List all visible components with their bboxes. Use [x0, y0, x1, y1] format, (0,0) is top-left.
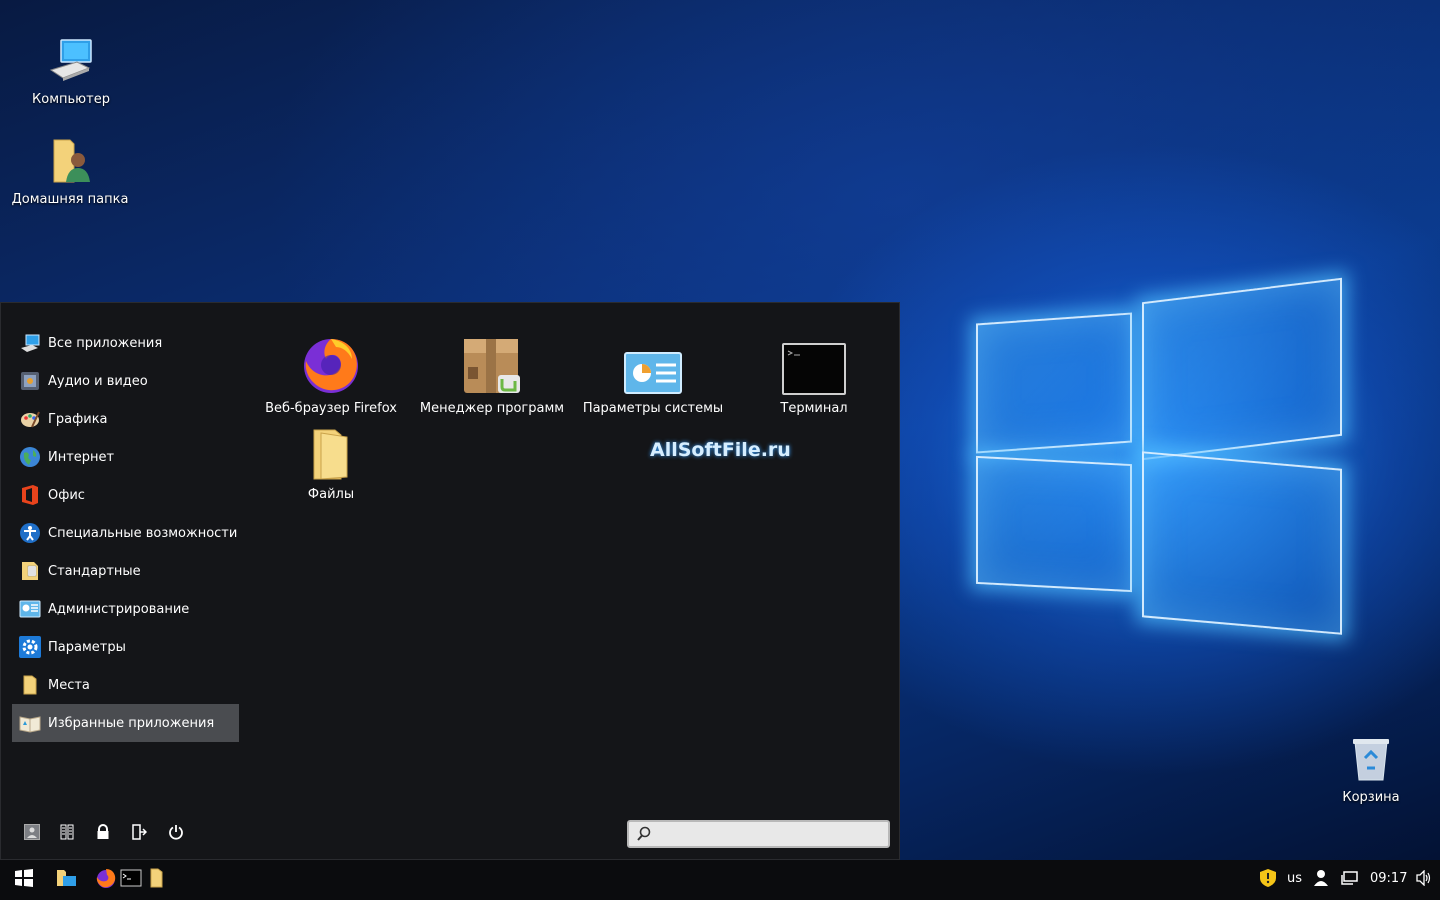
volume-indicator[interactable] — [1415, 868, 1433, 892]
terminal-icon — [734, 331, 894, 395]
category-label: Специальные возможности — [48, 525, 238, 541]
category-multimedia[interactable]: Аудио и видео — [12, 362, 239, 400]
desktop-icon-label: Домашняя папка — [11, 192, 129, 207]
category-label: Офис — [48, 487, 85, 503]
category-label: Параметры — [48, 639, 126, 655]
software-manager-icon — [412, 331, 572, 395]
network-indicator[interactable] — [1339, 868, 1361, 892]
update-shield-icon — [1259, 868, 1277, 892]
power-button[interactable] — [165, 823, 187, 845]
file-manager-icon — [55, 868, 77, 892]
app-terminal[interactable]: Терминал — [734, 331, 894, 416]
user-indicator[interactable] — [1311, 868, 1331, 892]
home-folder-icon — [48, 138, 92, 188]
keyboard-layout-indicator[interactable]: us — [1287, 871, 1302, 886]
files-folder-icon — [251, 423, 411, 481]
clock[interactable]: 09:17 — [1370, 871, 1407, 886]
category-label: Администрирование — [48, 601, 190, 617]
app-label: Файлы — [307, 487, 355, 502]
folder-icon — [150, 868, 164, 892]
session-button[interactable] — [56, 823, 78, 845]
category-label: Аудио и видео — [48, 373, 148, 389]
office-icon — [19, 484, 41, 506]
settings-gear-icon — [19, 636, 41, 658]
category-office[interactable]: Офис — [12, 476, 239, 514]
category-administration[interactable]: Администрирование — [12, 590, 239, 628]
wallpaper-logo-pane — [1142, 277, 1342, 461]
session-icon — [59, 824, 75, 844]
start-button[interactable] — [13, 868, 35, 892]
search-icon — [636, 826, 652, 846]
desktop-icon-computer[interactable]: Компьютер — [11, 38, 131, 107]
wallpaper-logo-pane — [976, 312, 1132, 454]
accessibility-icon — [19, 522, 41, 544]
taskbar-terminal[interactable] — [119, 868, 143, 892]
terminal-icon — [120, 869, 142, 891]
category-label: Места — [48, 677, 90, 693]
category-label: Все приложения — [48, 335, 163, 351]
administration-icon — [19, 598, 41, 620]
wallpaper-logo-pane — [1142, 451, 1342, 635]
start-icon — [14, 868, 34, 892]
taskbar-folder[interactable] — [146, 868, 168, 892]
app-label: Параметры системы — [582, 401, 724, 416]
update-manager-indicator[interactable] — [1257, 868, 1279, 892]
category-all-apps[interactable]: Все приложения — [12, 324, 239, 362]
user-icon — [1313, 869, 1329, 891]
category-label: Интернет — [48, 449, 115, 465]
app-system-settings[interactable]: Параметры системы — [573, 331, 733, 416]
multimedia-icon — [19, 370, 41, 392]
category-label: Графика — [48, 411, 108, 427]
category-accessibility[interactable]: Специальные возможности — [12, 514, 239, 552]
logout-button[interactable] — [128, 823, 150, 845]
search-input[interactable] — [655, 825, 884, 845]
wallpaper-logo-pane — [976, 455, 1132, 593]
app-firefox[interactable]: Веб-браузер Firefox — [251, 331, 411, 416]
category-graphics[interactable]: Графика — [12, 400, 239, 438]
favorites-icon — [19, 712, 41, 734]
firefox-icon — [251, 331, 411, 395]
trash-icon — [1349, 736, 1393, 786]
app-software-manager[interactable]: Менеджер программ — [412, 331, 572, 416]
taskbar-file-manager[interactable] — [54, 868, 78, 892]
power-icon — [168, 824, 184, 844]
firefox-icon — [95, 867, 117, 893]
desktop-icon-trash[interactable]: Корзина — [1311, 736, 1431, 805]
lock-screen-button[interactable] — [92, 823, 114, 845]
user-icon — [24, 824, 40, 844]
menu-search-box[interactable] — [627, 820, 890, 848]
app-files[interactable]: Файлы — [251, 423, 411, 502]
lock-icon — [95, 824, 111, 844]
category-internet[interactable]: Интернет — [12, 438, 239, 476]
taskbar-firefox[interactable] — [94, 868, 118, 892]
app-label: Терминал — [780, 401, 848, 416]
desktop-icon-label: Корзина — [1342, 790, 1400, 805]
accessories-icon — [19, 560, 41, 582]
watermark-text: AllSoftFile.ru — [650, 439, 791, 461]
desktop-icon-home[interactable]: Домашняя папка — [10, 138, 130, 207]
category-label: Избранные приложения — [48, 715, 215, 731]
category-accessories[interactable]: Стандартные — [12, 552, 239, 590]
graphics-icon — [19, 408, 41, 430]
category-label: Стандартные — [48, 563, 141, 579]
app-label: Менеджер программ — [419, 401, 565, 416]
category-places[interactable]: Места — [12, 666, 239, 704]
desktop-icon-label: Компьютер — [32, 92, 110, 107]
logout-icon — [131, 824, 148, 844]
category-favorites[interactable]: Избранные приложения — [12, 704, 239, 742]
app-label: Веб-браузер Firefox — [265, 401, 397, 416]
network-icon — [1341, 869, 1359, 891]
all-apps-icon — [19, 332, 41, 354]
system-settings-icon — [573, 331, 733, 395]
places-folder-icon — [19, 674, 41, 696]
computer-icon — [47, 38, 95, 88]
taskbar — [0, 860, 1440, 900]
category-settings[interactable]: Параметры — [12, 628, 239, 666]
volume-icon — [1416, 869, 1432, 890]
internet-icon — [19, 446, 41, 468]
user-account-button[interactable] — [21, 823, 43, 845]
start-menu: Все приложения Аудио и видео Графика Инт… — [0, 302, 900, 860]
